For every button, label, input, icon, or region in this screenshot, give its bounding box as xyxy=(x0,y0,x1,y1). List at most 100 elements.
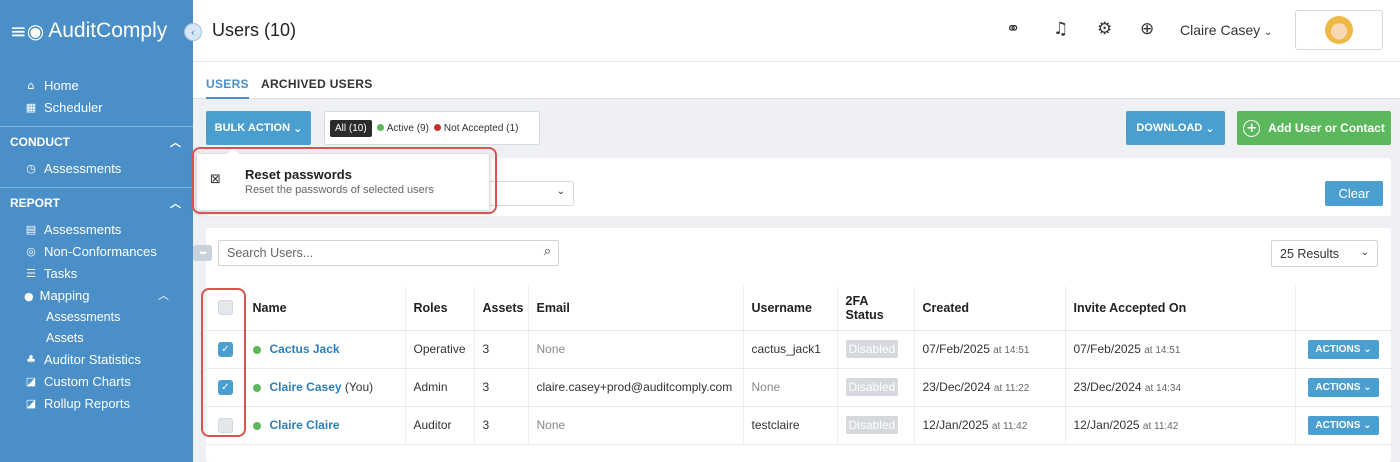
sidebar-item-home[interactable]: ⌂ Home xyxy=(0,74,193,96)
sidebar-item-non-conformances[interactable]: ◎ Non-Conformances xyxy=(0,240,193,262)
col-invite-accepted[interactable]: Invite Accepted On xyxy=(1065,286,1296,331)
chevron-up-icon: ︿ xyxy=(158,289,169,302)
cell-assets: 3 xyxy=(474,368,529,407)
home-icon: ⌂ xyxy=(27,78,35,92)
row-checkbox[interactable]: ✓ xyxy=(218,341,233,357)
sidebar: ≡◉ AuditComply ⌂ Home ▦ Scheduler CONDUCT ︿… xyxy=(0,0,193,462)
avatar-image xyxy=(1325,16,1353,44)
chevron-down-icon: ⌄ xyxy=(1264,27,1273,38)
sidebar-item-conduct-assessments[interactable]: ◷ Assessments xyxy=(0,157,193,179)
actions-button[interactable]: ACTIONS ⌄ xyxy=(1308,339,1379,359)
tab-archived-users[interactable]: ARCHIVED USERS xyxy=(261,77,373,91)
cell-role: Operative xyxy=(405,330,475,369)
sidebar-item-custom-charts[interactable]: ◪ Custom Charts xyxy=(0,370,193,392)
col-name[interactable]: Name xyxy=(244,286,406,331)
user-name-link[interactable]: Claire Casey xyxy=(270,380,342,394)
search-icon: ◎ xyxy=(26,244,36,258)
drag-handle-icon[interactable]: ••• xyxy=(193,245,212,261)
report-icon: ▤ xyxy=(25,222,37,236)
clock-icon: ◷ xyxy=(26,161,36,175)
row-checkbox[interactable] xyxy=(218,417,233,433)
page-title: Users (10) xyxy=(212,20,297,40)
cell-created: 12/Jan/2025 xyxy=(922,418,989,432)
chevron-up-icon: ︿ xyxy=(170,197,181,210)
bell-icon[interactable]: ♫ xyxy=(1053,19,1068,39)
results-per-page-select[interactable]: 25 Results ⌄ xyxy=(1271,240,1378,267)
status-badge: Disabled xyxy=(845,340,899,358)
status-badge: Disabled xyxy=(845,416,899,434)
red-dot-icon xyxy=(433,124,441,132)
cell-role: Auditor xyxy=(405,406,475,445)
filter-active[interactable]: Active (9) xyxy=(376,123,429,134)
download-button[interactable]: DOWNLOAD ⌄ xyxy=(1126,111,1225,145)
chevron-down-icon: ⌄ xyxy=(293,121,303,135)
sidebar-item-tasks[interactable]: ☰ Tasks xyxy=(0,262,193,284)
actions-button[interactable]: ACTIONS ⌄ xyxy=(1308,415,1379,435)
filter-not-accepted[interactable]: Not Accepted (1) xyxy=(433,123,518,134)
cell-role: Admin xyxy=(405,368,475,407)
app-logo[interactable]: ≡◉ AuditComply xyxy=(0,0,193,62)
tab-users[interactable]: USERS xyxy=(206,77,249,99)
col-created[interactable]: Created xyxy=(914,286,1066,331)
green-dot-icon xyxy=(376,124,384,132)
sidebar-item-rollup-reports[interactable]: ◪ Rollup Reports xyxy=(0,392,193,414)
user-name-link[interactable]: Claire Claire xyxy=(270,418,340,432)
search-box: ⌕ xyxy=(218,240,559,266)
table-row: ✓ Claire Casey (You) Admin 3 claire.case… xyxy=(206,368,1391,407)
chevron-down-icon: ⌄ xyxy=(1363,343,1372,355)
bulk-action-button[interactable]: BULK ACTION ⌄ xyxy=(206,111,311,145)
sidebar-item-mapping-assessments[interactable]: Assessments xyxy=(0,306,193,327)
col-assets[interactable]: Assets xyxy=(474,286,529,331)
cell-accepted: 12/Jan/2025 xyxy=(1073,418,1140,432)
cell-accepted: 23/Dec/2024 xyxy=(1073,380,1142,394)
section-report[interactable]: REPORT ︿ xyxy=(0,188,193,218)
tab-bar: USERS ARCHIVED USERS xyxy=(193,62,1400,99)
you-suffix: (You) xyxy=(341,380,374,394)
user-name-link[interactable]: Cactus Jack xyxy=(270,342,340,356)
filter-all[interactable]: All (10) xyxy=(330,119,372,137)
col-username[interactable]: Username xyxy=(743,286,838,331)
link-icon[interactable]: ⚭ xyxy=(1006,19,1020,39)
reset-passwords-title: Reset passwords xyxy=(245,167,352,182)
calendar-icon: ▦ xyxy=(25,100,37,114)
users-icon: ♣ xyxy=(26,352,36,366)
chart-icon: ◪ xyxy=(25,374,37,388)
table-header-row: Name Roles Assets Email Username 2FA Stat… xyxy=(206,286,1391,331)
search-icon[interactable]: ⌕ xyxy=(544,244,551,259)
col-2fa-status[interactable]: 2FA Status xyxy=(837,286,915,331)
actions-button[interactable]: ACTIONS ⌄ xyxy=(1308,377,1379,397)
cell-username: testclaire xyxy=(743,406,838,445)
cell-accepted: 07/Feb/2025 xyxy=(1073,342,1141,356)
gear-icon[interactable]: ⚙ xyxy=(1097,19,1112,39)
section-conduct[interactable]: CONDUCT ︿ xyxy=(0,127,193,157)
sidebar-item-mapping-assets[interactable]: Assets xyxy=(0,327,193,348)
collapse-sidebar-button[interactable]: ‹ xyxy=(184,23,202,41)
cell-email: None xyxy=(528,330,744,369)
sidebar-item-auditor-statistics[interactable]: ♣ Auditor Statistics xyxy=(0,348,193,370)
cell-username: cactus_jack1 xyxy=(743,330,838,369)
user-menu[interactable]: Claire Casey ⌄ xyxy=(1180,22,1272,38)
top-header: Users (10) ⚭ ♫ ⚙ ⊕ Claire Casey ⌄ xyxy=(193,0,1400,62)
cell-assets: 3 xyxy=(474,406,529,445)
cell-email: None xyxy=(528,406,744,445)
sidebar-item-scheduler[interactable]: ▦ Scheduler xyxy=(0,96,193,118)
search-input[interactable] xyxy=(219,241,519,265)
select-all-checkbox[interactable] xyxy=(218,300,233,316)
archive-icon: ⊠ xyxy=(210,172,221,187)
globe-icon[interactable]: ⊕ xyxy=(1140,19,1154,39)
users-table: Name Roles Assets Email Username 2FA Stat… xyxy=(206,286,1391,445)
sidebar-item-report-assessments[interactable]: ▤ Assessments xyxy=(0,218,193,240)
cell-email: claire.casey+prod@auditcomply.com xyxy=(528,368,744,407)
col-email[interactable]: Email xyxy=(528,286,744,331)
sidebar-item-mapping[interactable]: ● Mapping ︿ xyxy=(0,284,193,306)
chevron-down-icon: ⌄ xyxy=(556,186,565,197)
pin-icon: ● xyxy=(24,289,34,303)
active-status-dot xyxy=(252,383,261,392)
avatar[interactable] xyxy=(1295,10,1383,50)
add-user-button[interactable]: + Add User or Contact xyxy=(1237,111,1391,145)
clear-button[interactable]: Clear xyxy=(1325,181,1383,206)
row-checkbox[interactable]: ✓ xyxy=(218,379,233,395)
table-row: Claire Claire Auditor 3 None testclaire … xyxy=(206,406,1391,445)
chart-icon: ◪ xyxy=(25,396,37,410)
col-roles[interactable]: Roles xyxy=(405,286,475,331)
